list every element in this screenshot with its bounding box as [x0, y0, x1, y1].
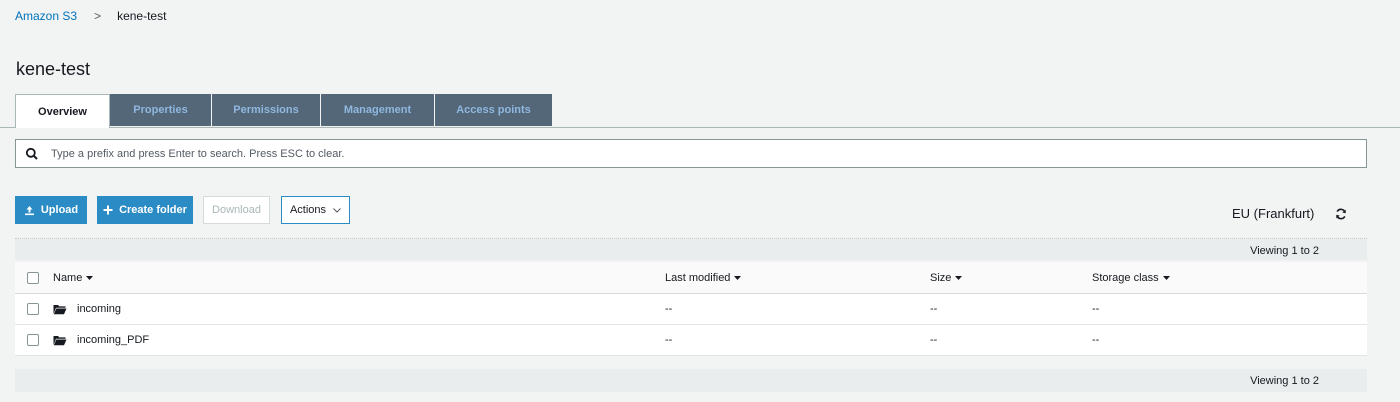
table-header: Name Last modified Size Storage class — [15, 262, 1367, 294]
sort-caret-icon — [1162, 275, 1170, 280]
last-modified-value: -- — [665, 303, 673, 315]
pagination-bar-top: Viewing 1 to 2 — [15, 238, 1367, 260]
tab-management[interactable]: Management — [321, 94, 435, 126]
column-header-storage-class[interactable]: Storage class — [1092, 262, 1170, 293]
objects-table: Name Last modified Size Storage class in… — [15, 262, 1367, 356]
breadcrumb-link-amazon-s3[interactable]: Amazon S3 — [15, 9, 77, 23]
last-modified-value: -- — [665, 334, 673, 346]
refresh-icon[interactable] — [1335, 208, 1347, 220]
actions-dropdown[interactable]: Actions — [281, 196, 350, 224]
viewing-count: Viewing 1 to 2 — [1250, 245, 1319, 257]
search-input[interactable] — [51, 141, 1366, 166]
tab-properties[interactable]: Properties — [110, 94, 212, 126]
row-checkbox[interactable] — [27, 303, 39, 315]
column-header-size[interactable]: Size — [930, 262, 963, 293]
table-row[interactable]: incoming_PDF -- -- -- — [15, 325, 1367, 356]
actions-label: Actions — [289, 204, 327, 216]
search-icon — [25, 147, 39, 161]
chevron-down-icon — [333, 207, 341, 213]
breadcrumb: Amazon S3 > kene-test — [15, 9, 166, 23]
select-all-checkbox[interactable] — [27, 271, 39, 284]
create-folder-button[interactable]: Create folder — [97, 196, 193, 224]
row-checkbox[interactable] — [27, 334, 39, 346]
search-box[interactable] — [15, 139, 1367, 168]
size-value: -- — [930, 303, 938, 315]
create-folder-label: Create folder — [119, 204, 187, 216]
folder-name-link[interactable]: incoming_PDF — [77, 334, 149, 346]
table-row[interactable]: incoming -- -- -- — [15, 294, 1367, 325]
column-header-last-modified[interactable]: Last modified — [665, 262, 742, 293]
tab-access-points[interactable]: Access points — [435, 94, 553, 126]
plus-icon — [103, 205, 113, 215]
storage-class-value: -- — [1092, 334, 1100, 346]
pagination-bar-bottom: Viewing 1 to 2 — [15, 369, 1367, 392]
folder-icon — [53, 335, 67, 346]
page-title: kene-test — [16, 59, 91, 79]
sort-caret-icon — [734, 275, 742, 280]
tab-overview[interactable]: Overview — [15, 94, 110, 128]
upload-button[interactable]: Upload — [15, 196, 87, 224]
breadcrumb-current: kene-test — [117, 9, 167, 23]
tab-bar: Overview Properties Permissions Manageme… — [15, 94, 553, 128]
sort-caret-icon — [955, 275, 963, 280]
breadcrumb-separator: > — [94, 9, 102, 23]
tab-divider — [0, 127, 1400, 128]
region-label: EU (Frankfurt) — [1232, 206, 1315, 221]
sort-caret-icon — [86, 275, 94, 280]
folder-icon — [53, 304, 67, 315]
folder-name-link[interactable]: incoming — [77, 303, 121, 315]
viewing-count: Viewing 1 to 2 — [1250, 375, 1319, 387]
upload-icon — [24, 205, 35, 216]
column-header-name[interactable]: Name — [53, 262, 94, 293]
tab-permissions[interactable]: Permissions — [212, 94, 321, 126]
download-button[interactable]: Download — [203, 196, 270, 224]
size-value: -- — [930, 334, 938, 346]
upload-label: Upload — [40, 204, 79, 216]
storage-class-value: -- — [1092, 303, 1100, 315]
